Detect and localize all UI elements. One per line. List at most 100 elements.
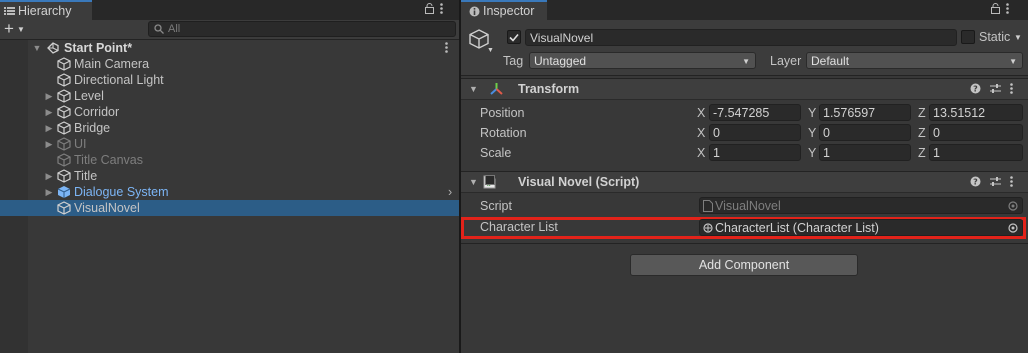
tab-inspector[interactable]: Inspector [461, 0, 547, 20]
hierarchy-item-label: VisualNovel [74, 201, 140, 215]
layer-dropdown[interactable]: Default ▼ [806, 52, 1023, 69]
fold-expanded-icon[interactable]: ▼ [469, 177, 483, 187]
fold-expanded-icon[interactable]: ▼ [32, 43, 42, 53]
fold-collapsed-icon[interactable]: ▶ [44, 91, 54, 102]
gameobject-cube-icon [57, 57, 71, 71]
scale-z-field[interactable]: 1 [929, 144, 1023, 161]
add-object-button[interactable]: + ▼ [4, 20, 25, 37]
add-component-button[interactable]: Add Component [630, 254, 858, 276]
hierarchy-item[interactable]: Directional Light [0, 72, 459, 88]
tab-hierarchy[interactable]: Hierarchy [0, 0, 92, 20]
hierarchy-item[interactable]: ▶ Bridge [0, 120, 459, 136]
list-icon [4, 6, 15, 16]
scene-name: Start Point* [64, 41, 133, 55]
hierarchy-item-label: Corridor [74, 105, 120, 119]
position-z-field[interactable]: 13.51512 [929, 104, 1023, 121]
hierarchy-item[interactable]: ▶ Corridor [0, 104, 459, 120]
hierarchy-item[interactable]: Main Camera [0, 56, 459, 72]
static-checkbox[interactable] [961, 30, 975, 44]
hierarchy-item-label: Main Camera [74, 57, 150, 71]
static-dropdown-icon[interactable]: ▼ [1014, 33, 1022, 42]
fold-collapsed-icon[interactable]: ▶ [44, 139, 54, 150]
scale-x-field[interactable]: 1 [709, 144, 801, 161]
fold-collapsed-icon[interactable]: ▶ [44, 187, 54, 198]
script-label: Script [480, 199, 512, 213]
hierarchy-item[interactable]: ▶ UI [0, 136, 459, 152]
tag-label: Tag [503, 54, 524, 68]
hierarchy-item-label: Level [74, 89, 104, 103]
enabled-checkbox[interactable] [485, 175, 495, 185]
fold-expanded-icon[interactable]: ▼ [469, 84, 483, 94]
rotation-z-field[interactable]: 0 [929, 124, 1023, 141]
axis-z-label[interactable]: Z [918, 126, 926, 140]
hierarchy-tab-controls [425, 3, 443, 14]
fold-collapsed-icon[interactable]: ▶ [44, 171, 54, 182]
hierarchy-search-input[interactable]: All [148, 21, 456, 37]
unity-scene-icon [46, 41, 60, 55]
object-picker-icon[interactable] [1008, 223, 1018, 233]
position-x-field[interactable]: -7.547285 [709, 104, 801, 121]
character-list-field[interactable]: CharacterList (Character List) [699, 219, 1023, 236]
hierarchy-item[interactable]: Title Canvas [0, 152, 459, 168]
active-checkbox[interactable] [507, 30, 521, 44]
presets-icon[interactable] [990, 83, 1001, 94]
scene-menu-icon[interactable] [445, 42, 448, 53]
hierarchy-item[interactable]: ▶ Level [0, 88, 459, 104]
tag-dropdown[interactable]: Untagged ▼ [529, 52, 756, 69]
scene-row[interactable]: ▼ Start Point* [0, 40, 459, 56]
svg-text:?: ? [973, 85, 978, 94]
axis-y-label[interactable]: Y [808, 126, 816, 140]
chevron-right-icon[interactable]: › [448, 185, 452, 199]
hierarchy-item[interactable]: ▶ Dialogue System › [0, 184, 459, 200]
hierarchy-item-label: Title Canvas [74, 153, 144, 167]
axis-x-label[interactable]: X [697, 126, 705, 140]
script-component-header[interactable]: ▼ # Visual Novel (Script) ? [461, 171, 1028, 193]
gameobject-cube-icon [57, 89, 71, 103]
lock-icon[interactable] [991, 3, 1000, 14]
axis-x-label[interactable]: X [697, 106, 705, 120]
scriptable-object-icon [703, 222, 713, 233]
character-list-label: Character List [480, 220, 558, 234]
chevron-down-icon: ▼ [1009, 57, 1017, 66]
axis-y-label[interactable]: Y [808, 146, 816, 160]
divider [461, 243, 1028, 244]
component-menu-icon[interactable] [1010, 83, 1013, 94]
help-icon[interactable]: ? [970, 176, 981, 187]
hierarchy-item-label: Dialogue System [74, 185, 169, 199]
inspector-tab-label: Inspector [483, 4, 535, 18]
hierarchy-item[interactable]: VisualNovel [0, 200, 459, 216]
fold-collapsed-icon[interactable]: ▶ [44, 123, 54, 134]
static-label: Static [979, 30, 1011, 44]
axis-x-label[interactable]: X [697, 146, 705, 160]
fold-collapsed-icon[interactable]: ▶ [44, 107, 54, 118]
axis-y-label[interactable]: Y [808, 106, 816, 120]
hierarchy-tab-label: Hierarchy [18, 4, 72, 18]
script-asset-icon [703, 199, 713, 212]
kebab-menu-icon[interactable] [440, 3, 443, 14]
search-placeholder: All [168, 23, 181, 35]
transform-title: Transform [518, 82, 580, 96]
presets-icon[interactable] [990, 176, 1001, 187]
gameobject-cube-icon [57, 201, 71, 215]
inspector-tab-controls [991, 3, 1009, 14]
help-icon[interactable]: ? [970, 83, 981, 94]
rotation-y-field[interactable]: 0 [819, 124, 911, 141]
object-picker-icon [1008, 201, 1018, 211]
rotation-x-field[interactable]: 0 [709, 124, 801, 141]
lock-icon[interactable] [425, 3, 434, 14]
kebab-menu-icon[interactable] [1006, 3, 1009, 14]
axis-z-label[interactable]: Z [918, 146, 926, 160]
axis-z-label[interactable]: Z [918, 106, 926, 120]
icon-dropdown-icon[interactable]: ▼ [487, 47, 494, 54]
position-y-field[interactable]: 1.576597 [819, 104, 911, 121]
hierarchy-item-label: UI [74, 137, 87, 151]
tag-value: Untagged [534, 53, 587, 68]
inspector-panel: Inspector ▼ VisualNovel Static ▼ Tag Unt… [461, 0, 1028, 353]
component-menu-icon[interactable] [1010, 176, 1013, 187]
position-label: Position [480, 106, 525, 120]
gameobject-cube-icon [57, 169, 71, 183]
scale-y-field[interactable]: 1 [819, 144, 911, 161]
object-name-field[interactable]: VisualNovel [525, 29, 957, 46]
transform-header[interactable]: ▼ Transform ? [461, 78, 1028, 100]
hierarchy-item[interactable]: ▶ Title [0, 168, 459, 184]
